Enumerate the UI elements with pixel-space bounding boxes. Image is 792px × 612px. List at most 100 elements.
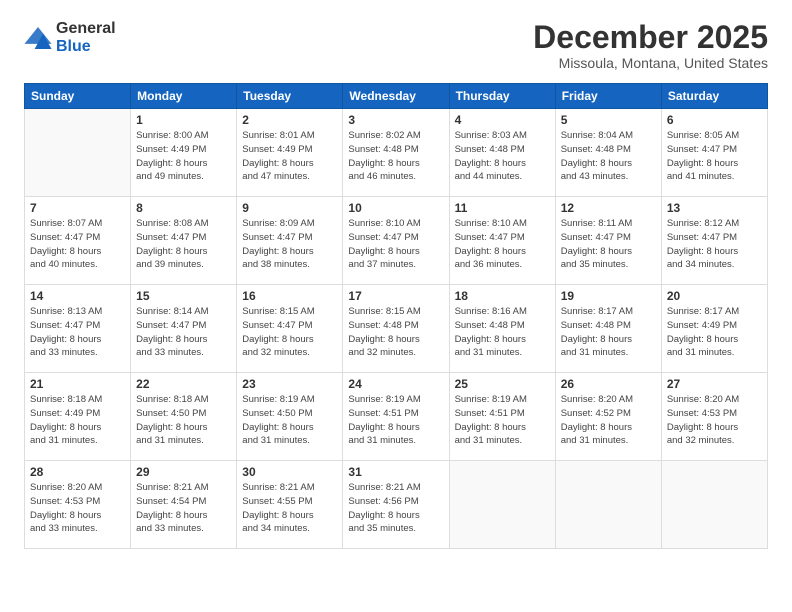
day-info: Sunrise: 8:11 AMSunset: 4:47 PMDaylight:…	[561, 217, 656, 272]
calendar-cell: 8Sunrise: 8:08 AMSunset: 4:47 PMDaylight…	[131, 197, 237, 285]
day-number: 23	[242, 377, 337, 391]
day-info: Sunrise: 8:20 AMSunset: 4:52 PMDaylight:…	[561, 393, 656, 448]
day-number: 16	[242, 289, 337, 303]
day-number: 17	[348, 289, 443, 303]
calendar-cell: 4 Sunrise: 8:03 AMSunset: 4:48 PMDaylight…	[449, 109, 555, 197]
calendar-table: SundayMondayTuesdayWednesdayThursdayFrid…	[24, 83, 768, 549]
calendar-cell: 26 Sunrise: 8:20 AMSunset: 4:52 PMDayligh…	[555, 373, 661, 461]
day-info: Sunrise: 8:18 AMSunset: 4:49 PMDaylight:…	[30, 393, 125, 448]
calendar-cell: 14Sunrise: 8:13 AMSunset: 4:47 PMDayligh…	[25, 285, 131, 373]
calendar-cell: 29Sunrise: 8:21 AMSunset: 4:54 PMDayligh…	[131, 461, 237, 549]
day-number: 1	[136, 113, 231, 127]
calendar-cell: 28Sunrise: 8:20 AMSunset: 4:53 PMDayligh…	[25, 461, 131, 549]
day-info: Sunrise: 8:16 AMSunset: 4:48 PMDaylight:…	[455, 305, 550, 360]
weekday-header: Saturday	[661, 84, 767, 109]
day-number: 31	[348, 465, 443, 479]
calendar-cell: 3Sunrise: 8:02 AMSunset: 4:48 PMDaylight…	[343, 109, 449, 197]
day-number: 9	[242, 201, 337, 215]
calendar-cell: 22 Sunrise: 8:18 AMSunset: 4:50 PMDayligh…	[131, 373, 237, 461]
day-number: 22	[136, 377, 231, 391]
day-number: 21	[30, 377, 125, 391]
calendar-cell: 18 Sunrise: 8:16 AMSunset: 4:48 PMDayligh…	[449, 285, 555, 373]
day-number: 12	[561, 201, 656, 215]
day-number: 13	[667, 201, 762, 215]
week-row: 21 Sunrise: 8:18 AMSunset: 4:49 PMDayligh…	[25, 373, 768, 461]
day-number: 27	[667, 377, 762, 391]
calendar-cell: 11 Sunrise: 8:10 AMSunset: 4:47 PMDayligh…	[449, 197, 555, 285]
calendar-cell: 15 Sunrise: 8:14 AMSunset: 4:47 PMDayligh…	[131, 285, 237, 373]
day-number: 2	[242, 113, 337, 127]
calendar-cell: 27 Sunrise: 8:20 AMSunset: 4:53 PMDayligh…	[661, 373, 767, 461]
day-info: Sunrise: 8:00 AMSunset: 4:49 PMDaylight:…	[136, 129, 231, 184]
day-number: 20	[667, 289, 762, 303]
calendar-cell: 1 Sunrise: 8:00 AMSunset: 4:49 PMDaylight…	[131, 109, 237, 197]
calendar-cell: 10Sunrise: 8:10 AMSunset: 4:47 PMDayligh…	[343, 197, 449, 285]
calendar-cell: 17 Sunrise: 8:15 AMSunset: 4:48 PMDayligh…	[343, 285, 449, 373]
day-number: 19	[561, 289, 656, 303]
day-number: 11	[455, 201, 550, 215]
calendar-cell: 21 Sunrise: 8:18 AMSunset: 4:49 PMDayligh…	[25, 373, 131, 461]
calendar-cell: 7Sunrise: 8:07 AMSunset: 4:47 PMDaylight…	[25, 197, 131, 285]
day-number: 15	[136, 289, 231, 303]
day-info: Sunrise: 8:03 AMSunset: 4:48 PMDaylight:…	[455, 129, 550, 184]
calendar-cell: 31Sunrise: 8:21 AMSunset: 4:56 PMDayligh…	[343, 461, 449, 549]
calendar-cell: 30 Sunrise: 8:21 AMSunset: 4:55 PMDayligh…	[237, 461, 343, 549]
calendar-cell: 9 Sunrise: 8:09 AMSunset: 4:47 PMDaylight…	[237, 197, 343, 285]
weekday-header: Wednesday	[343, 84, 449, 109]
day-number: 5	[561, 113, 656, 127]
logo-text: General Blue	[56, 20, 116, 55]
logo-icon	[24, 27, 52, 49]
calendar-cell: 19 Sunrise: 8:17 AMSunset: 4:48 PMDayligh…	[555, 285, 661, 373]
calendar-cell	[25, 109, 131, 197]
day-number: 6	[667, 113, 762, 127]
day-info: Sunrise: 8:14 AMSunset: 4:47 PMDaylight:…	[136, 305, 231, 360]
day-info: Sunrise: 8:20 AMSunset: 4:53 PMDaylight:…	[30, 481, 125, 536]
calendar-cell	[661, 461, 767, 549]
day-info: Sunrise: 8:04 AMSunset: 4:48 PMDaylight:…	[561, 129, 656, 184]
week-row: 28Sunrise: 8:20 AMSunset: 4:53 PMDayligh…	[25, 461, 768, 549]
day-number: 25	[455, 377, 550, 391]
main-title: December 2025	[533, 20, 768, 55]
weekday-header: Sunday	[25, 84, 131, 109]
header: General Blue December 2025 Missoula, Mon…	[24, 20, 768, 71]
calendar-cell: 16 Sunrise: 8:15 AMSunset: 4:47 PMDayligh…	[237, 285, 343, 373]
logo: General Blue	[24, 20, 116, 55]
day-number: 30	[242, 465, 337, 479]
title-block: December 2025 Missoula, Montana, United …	[533, 20, 768, 71]
day-info: Sunrise: 8:17 AMSunset: 4:48 PMDaylight:…	[561, 305, 656, 360]
calendar-cell: 12 Sunrise: 8:11 AMSunset: 4:47 PMDayligh…	[555, 197, 661, 285]
day-number: 18	[455, 289, 550, 303]
day-number: 8	[136, 201, 231, 215]
weekday-header: Monday	[131, 84, 237, 109]
day-info: Sunrise: 8:20 AMSunset: 4:53 PMDaylight:…	[667, 393, 762, 448]
day-info: Sunrise: 8:12 AMSunset: 4:47 PMDaylight:…	[667, 217, 762, 272]
day-info: Sunrise: 8:10 AMSunset: 4:47 PMDaylight:…	[455, 217, 550, 272]
day-number: 4	[455, 113, 550, 127]
day-info: Sunrise: 8:17 AMSunset: 4:49 PMDaylight:…	[667, 305, 762, 360]
calendar-cell: 24Sunrise: 8:19 AMSunset: 4:51 PMDayligh…	[343, 373, 449, 461]
calendar-cell: 13 Sunrise: 8:12 AMSunset: 4:47 PMDayligh…	[661, 197, 767, 285]
day-info: Sunrise: 8:21 AMSunset: 4:54 PMDaylight:…	[136, 481, 231, 536]
day-number: 10	[348, 201, 443, 215]
subtitle: Missoula, Montana, United States	[533, 55, 768, 71]
calendar-cell: 25 Sunrise: 8:19 AMSunset: 4:51 PMDayligh…	[449, 373, 555, 461]
day-info: Sunrise: 8:09 AMSunset: 4:47 PMDaylight:…	[242, 217, 337, 272]
weekday-header: Tuesday	[237, 84, 343, 109]
calendar-cell: 23Sunrise: 8:19 AMSunset: 4:50 PMDayligh…	[237, 373, 343, 461]
day-info: Sunrise: 8:15 AMSunset: 4:48 PMDaylight:…	[348, 305, 443, 360]
day-number: 3	[348, 113, 443, 127]
day-info: Sunrise: 8:01 AMSunset: 4:49 PMDaylight:…	[242, 129, 337, 184]
week-row: 1 Sunrise: 8:00 AMSunset: 4:49 PMDaylight…	[25, 109, 768, 197]
weekday-header: Friday	[555, 84, 661, 109]
weekday-header-row: SundayMondayTuesdayWednesdayThursdayFrid…	[25, 84, 768, 109]
day-number: 7	[30, 201, 125, 215]
calendar-cell	[449, 461, 555, 549]
day-info: Sunrise: 8:18 AMSunset: 4:50 PMDaylight:…	[136, 393, 231, 448]
day-info: Sunrise: 8:19 AMSunset: 4:51 PMDaylight:…	[455, 393, 550, 448]
day-number: 14	[30, 289, 125, 303]
day-info: Sunrise: 8:05 AMSunset: 4:47 PMDaylight:…	[667, 129, 762, 184]
day-number: 26	[561, 377, 656, 391]
day-number: 24	[348, 377, 443, 391]
day-info: Sunrise: 8:15 AMSunset: 4:47 PMDaylight:…	[242, 305, 337, 360]
day-info: Sunrise: 8:21 AMSunset: 4:55 PMDaylight:…	[242, 481, 337, 536]
